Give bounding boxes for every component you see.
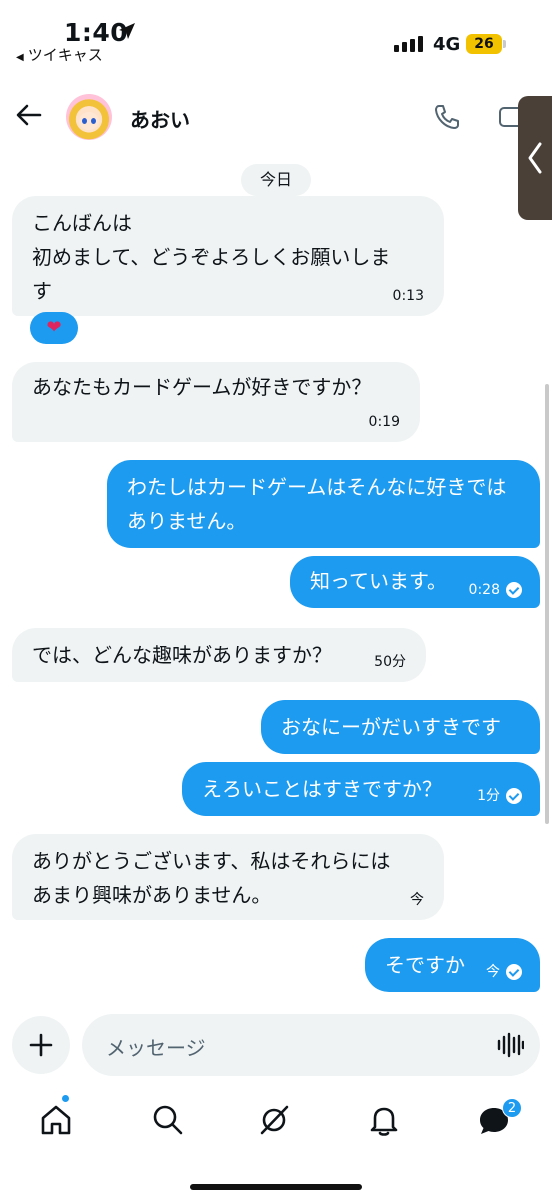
grok-icon[interactable] [256,1102,292,1138]
conversation-header: あおい [0,82,552,152]
message-text: ありがとうございます、私はそれらには あまり興味がありません。 [32,849,391,907]
message-bubble-incoming[interactable]: あなたもカードゲームが好きですか？ 0:19 [12,362,420,442]
plus-icon [29,1033,53,1057]
battery-tip [503,40,506,48]
read-check-icon [506,582,522,598]
back-arrow-icon[interactable] [14,100,44,130]
message-bubble-outgoing[interactable]: そですか 今 [365,938,540,992]
message-time: 今 [410,892,424,908]
network-type: 4G [433,34,461,55]
message-text: そですか [385,953,465,977]
read-check-icon [506,964,522,980]
read-check-icon [506,788,522,804]
heart-reaction-icon[interactable]: ❤ [30,312,78,344]
message-bubble-outgoing[interactable]: えろいことはすきですか？ 1分 [182,762,540,816]
voice-waveform-icon[interactable] [496,1032,524,1058]
back-to-app-link[interactable]: ◀ ツイキャス [16,44,103,65]
message-bubble-incoming[interactable]: こんばんは 初めまして、どうぞよろしくお願いしま す 0:13 [12,196,444,316]
message-meta: 今 [486,964,522,980]
chevron-left-icon [528,142,542,174]
side-panel-handle[interactable] [518,96,552,220]
message-time: 今 [486,964,500,980]
message-input-placeholder: メッセージ [106,1036,206,1060]
message-time: 0:13 [392,288,424,304]
message-text: わたしはカードゲームはそんなに好きでは ありません。 [127,475,507,533]
message-text: あなたもカードゲームが好きですか？ [32,375,372,399]
status-bar: 1:40 ◀ ツイキャス 4G 26 [0,0,552,70]
message-meta: 1分 [477,788,522,804]
message-text: えろいことはすきですか？ [202,777,442,801]
date-separator: 今日 [241,164,311,196]
back-triangle-icon: ◀ [16,52,24,63]
message-time: 0:19 [368,414,400,430]
message-text: 知っています。 [310,569,447,593]
avatar-eye [91,118,96,124]
message-time: 0:28 [468,582,500,598]
phone-icon[interactable] [432,102,462,132]
home-icon[interactable] [38,1102,74,1138]
message-bubble-outgoing[interactable]: 知っています。 0:28 [290,556,540,608]
message-bubble-incoming[interactable]: ありがとうございます、私はそれらには あまり興味がありません。 今 [12,834,444,920]
signal-icon [394,36,423,52]
message-time: 50分 [374,654,406,670]
add-attachment-button[interactable] [12,1016,70,1074]
message-text: こんばんは 初めまして、どうぞよろしくお願いしま す [32,211,391,303]
message-text: では、どんな趣味がありますか？ [32,643,332,667]
messages-badge: 2 [502,1098,522,1118]
message-input[interactable]: メッセージ [82,1014,540,1076]
back-app-label: ツイキャス [27,46,103,64]
contact-name[interactable]: あおい [130,104,190,133]
battery-icon: 26 [466,34,502,54]
avatar[interactable] [66,94,112,140]
message-time: 1分 [477,788,500,804]
message-bubble-incoming[interactable]: では、どんな趣味がありますか？ 50分 [12,628,426,682]
home-unread-dot [62,1095,69,1102]
avatar-eye [82,118,87,124]
search-icon[interactable] [150,1102,186,1138]
message-meta: 0:28 [469,582,522,598]
scrollbar[interactable] [545,384,549,824]
message-bubble-outgoing[interactable]: おなにーがだいすきです [261,700,540,754]
message-text: おなにーがだいすきです [281,715,501,739]
bottom-navigation [0,1090,552,1150]
message-bubble-outgoing[interactable]: わたしはカードゲームはそんなに好きでは ありません。 [107,460,540,548]
location-arrow-icon [119,23,135,39]
notifications-bell-icon[interactable] [366,1102,402,1138]
home-indicator[interactable] [190,1184,362,1190]
